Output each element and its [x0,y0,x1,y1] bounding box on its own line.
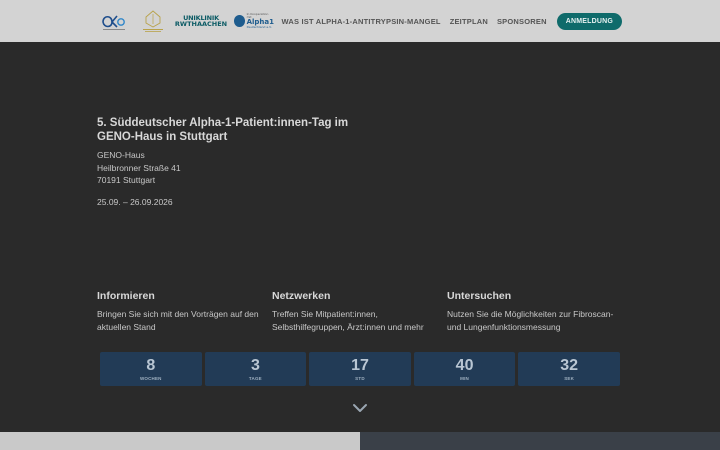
countdown-minutes: 40 MIN [413,352,516,386]
anmeldung-button[interactable]: ANMELDUNG [556,12,622,30]
alpha1-logo-sub: Deutschland e.V. [246,25,272,29]
countdown-label: TAGE [248,375,262,381]
feature-title: Untersuchen [447,290,512,302]
countdown-hours: 17 STD [309,352,411,386]
feature-netzwerken: Netzwerken Treffen Sie Mitpatient:innen,… [272,290,447,333]
institution-seal-logo[interactable] [138,9,168,33]
site-header: UNIKLINIK RWTHAACHEN In Kooperation mit … [0,0,720,42]
chevron-down-icon[interactable] [352,402,368,414]
feature-title: Netzwerken [272,290,331,302]
alpha1-center-logo-icon [102,15,125,30]
next-section-right [360,432,720,450]
main-nav: WAS IST ALPHA-1-ANTITRYPSIN-MANGEL ZEITP… [273,0,622,42]
countdown-days: 3 TAGE [204,352,307,386]
countdown-timer: 8 WOCHEN 3 TAGE 17 STD 40 MIN 32 SEK [100,352,620,386]
countdown-label: MIN [460,375,469,381]
feature-text: Treffen Sie Mitpatient:innen, Selbsthilf… [272,309,424,332]
countdown-value: 17 [351,356,369,374]
feature-title: Informieren [97,290,155,302]
feature-text: Bringen Sie sich mit den Vorträgen auf d… [97,309,259,332]
countdown-value: 32 [560,356,579,374]
countdown-value: 8 [146,356,156,374]
event-dates: 25.09. – 26.09.2026 [97,197,173,207]
countdown-seconds: 32 SEK [518,352,620,386]
alpha1-deutschland-logo[interactable]: In Kooperation mit Alpha1 Deutschland e.… [234,9,274,33]
alpha1-figure-icon [234,15,245,27]
uniklinik-rwth-logo[interactable]: UNIKLINIK RWTHAACHEN [174,9,228,33]
countdown-label: STD [355,375,365,381]
partner-logos: UNIKLINIK RWTHAACHEN In Kooperation mit … [100,8,274,34]
nav-item-alpha1-info[interactable]: WAS IST ALPHA-1-ANTITRYPSIN-MANGEL [282,17,441,26]
event-address: GENO-Haus Heilbronner Straße 41 70191 St… [97,149,181,187]
nav-item-zeitplan[interactable]: ZEITPLAN [450,17,488,26]
feature-untersuchen: Untersuchen Nutzen Sie die Möglichkeiten… [447,290,622,333]
alpha1-center-logo[interactable] [100,9,128,33]
countdown-label: SEK [564,375,575,381]
alpha1-wordmark: In Kooperation mit Alpha1 Deutschland e.… [247,13,274,29]
countdown-weeks: 8 WOCHEN [100,352,202,386]
event-title: 5. Süddeutscher Alpha-1-Patient:innen-Ta… [97,117,349,143]
nav-item-sponsoren[interactable]: SPONSOREN [497,17,547,26]
countdown-value: 40 [455,356,474,374]
countdown-label: WOCHEN [139,375,162,381]
next-section-left [0,432,360,450]
feature-text: Nutzen Sie die Möglichkeiten zur Fibrosc… [447,309,614,332]
address-city: 70191 Stuttgart [97,175,156,185]
address-venue: GENO-Haus [97,150,145,160]
countdown-value: 3 [250,356,260,374]
feature-list: Informieren Bringen Sie sich mit den Vor… [97,290,627,333]
seal-icon [143,10,163,32]
uniklinik-logo-line2: RWTHAACHEN [174,20,228,28]
feature-informieren: Informieren Bringen Sie sich mit den Vor… [97,290,272,333]
address-street: Heilbronner Straße 41 [97,162,181,173]
